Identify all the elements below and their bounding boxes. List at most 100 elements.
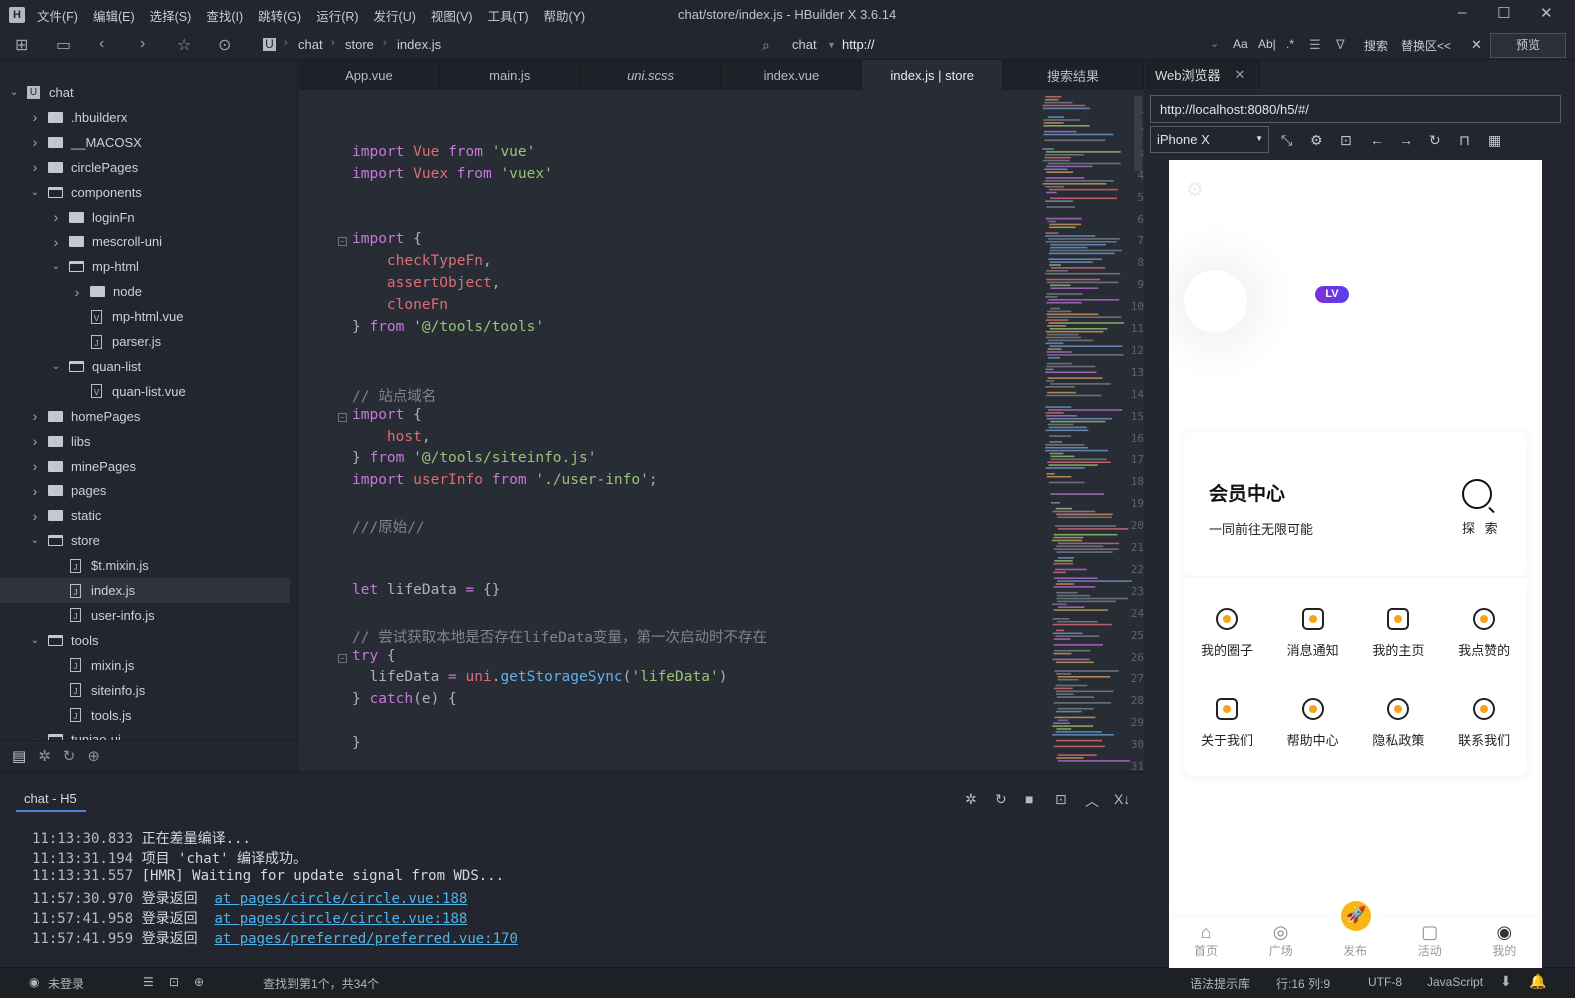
match-case-toggle[interactable]: Aa — [1233, 37, 1248, 51]
breadcrumb-item[interactable]: index.js — [397, 37, 441, 52]
debug-icon[interactable]: ✲ — [965, 791, 977, 808]
code-line[interactable]: let lifeData = {} — [352, 582, 500, 598]
code-line[interactable]: // 站点域名 — [352, 385, 436, 406]
tree-item[interactable]: › circlePages — [0, 155, 290, 180]
tree-item[interactable]: ⌄ components — [0, 180, 290, 205]
log-source-link[interactable]: at pages/preferred/preferred.vue:170 — [214, 931, 517, 947]
close-search-icon[interactable]: ✕ — [1471, 37, 1482, 53]
chevron-icon[interactable]: ⌄ — [50, 261, 62, 272]
code-line[interactable]: // 尝试获取本地是否存在lifeData变量，第一次启动时不存在 — [352, 626, 767, 647]
log-source-link[interactable]: at pages/circle/circle.vue:188 — [214, 911, 467, 927]
code-line[interactable]: import Vue from 'vue' — [352, 144, 535, 160]
breadcrumb-item[interactable]: chat — [298, 37, 323, 52]
code-line[interactable]: import userInfo from './user-info'; — [352, 472, 658, 488]
tree-item[interactable]: Jparser.js — [0, 329, 290, 354]
code-line[interactable]: import Vuex from 'vuex' — [352, 166, 553, 182]
code-line[interactable]: host, — [352, 429, 431, 445]
menu-item[interactable]: 选择(S) — [150, 6, 192, 25]
menu-item[interactable]: 工具(T) — [488, 6, 529, 25]
rotate-icon[interactable]: ⤡ — [1281, 132, 1292, 149]
forward-arrow-icon[interactable]: → — [1399, 132, 1413, 148]
grid-item[interactable]: 我点赞的 — [1441, 608, 1527, 659]
download-icon[interactable]: ⬇ — [1500, 973, 1512, 990]
log-source-link[interactable]: at pages/circle/circle.vue:188 — [214, 891, 467, 907]
explorer-icon[interactable]: ▤ — [12, 747, 26, 765]
tree-item[interactable]: › pages — [0, 478, 290, 503]
chevron-icon[interactable]: › — [29, 408, 41, 424]
lines-icon[interactable]: ☰ — [1309, 37, 1321, 53]
replace-toggle[interactable]: 替换区<< — [1401, 37, 1451, 54]
console-icon[interactable]: ⊡ — [1340, 132, 1352, 149]
back-arrow-icon[interactable]: ← — [1370, 132, 1384, 148]
git-icon[interactable]: ↻ — [63, 747, 76, 765]
chevron-icon[interactable]: › — [29, 159, 41, 175]
tab-[interactable]: 搜索结果 — [1003, 60, 1144, 90]
cursor-position[interactable]: 行:16 列:9 — [1276, 975, 1330, 992]
minimap[interactable] — [1042, 96, 1132, 770]
cloud-icon[interactable]: ⊕ — [87, 747, 100, 765]
code-line[interactable]: lifeData = uni.getStorageSync('lifeData'… — [352, 669, 727, 685]
code-line[interactable]: cloneFn — [352, 297, 448, 313]
tree-item[interactable]: Jmixin.js — [0, 653, 290, 678]
chevron-icon[interactable]: › — [71, 284, 83, 300]
forward-icon[interactable]: › — [140, 35, 145, 53]
language-mode[interactable]: JavaScript — [1427, 975, 1483, 989]
restart-icon[interactable]: ↻ — [995, 791, 1007, 808]
tree-item[interactable]: ⌄ store — [0, 528, 290, 553]
project-select[interactable]: chat — [792, 37, 817, 52]
grid-item[interactable]: 关于我们 — [1184, 698, 1270, 749]
syntax-library[interactable]: 语法提示库 — [1190, 975, 1250, 992]
tree-item[interactable]: Vquan-list.vue — [0, 379, 290, 404]
tabbar-item[interactable]: 发布 — [1318, 918, 1392, 959]
tab-main-js[interactable]: main.js — [439, 60, 581, 90]
menu-item[interactable]: 编辑(E) — [93, 6, 135, 25]
explore-label[interactable]: 探 索 — [1462, 518, 1501, 537]
tree-item[interactable]: J $t.mixin.js — [0, 553, 290, 578]
browser-url-input[interactable]: http://localhost:8080/h5/#/ — [1150, 95, 1561, 123]
chevron-icon[interactable]: › — [50, 209, 62, 225]
code-line[interactable]: import { — [352, 231, 422, 247]
tree-item[interactable]: Jindex.js — [0, 578, 290, 603]
settings-gear-icon[interactable]: ⚙ — [1186, 177, 1204, 202]
new-terminal-icon[interactable]: ⊡ — [1055, 791, 1067, 808]
fold-toggle-icon[interactable]: − — [338, 653, 347, 663]
debug-icon[interactable]: ✲ — [38, 747, 51, 765]
whole-word-toggle[interactable]: Ab| — [1258, 37, 1276, 51]
chevron-icon[interactable]: › — [29, 433, 41, 449]
tree-item[interactable]: › static — [0, 503, 290, 528]
tab-app-vue[interactable]: App.vue — [299, 60, 440, 90]
grid-item[interactable]: 联系我们 — [1441, 698, 1527, 749]
search-button[interactable]: 搜索 — [1364, 37, 1388, 54]
tree-item[interactable]: ⌄ quan-list — [0, 354, 290, 379]
preview-button[interactable]: 预览 — [1490, 33, 1566, 58]
tree-item[interactable]: ⌄ tools — [0, 628, 290, 653]
vip-card[interactable]: 会员中心 一同前往无限可能 探 索 — [1184, 432, 1527, 577]
settings-icon[interactable]: ⚙ — [1310, 132, 1323, 149]
code-line[interactable]: } from '@/tools/tools' — [352, 319, 544, 335]
grid-item[interactable]: 帮助中心 — [1270, 698, 1356, 749]
encoding[interactable]: UTF-8 — [1368, 975, 1402, 989]
tree-item[interactable]: › .hbuilderx — [0, 105, 290, 130]
terminal-icon[interactable]: ⊡ — [169, 975, 179, 989]
menu-item[interactable]: 文件(F) — [37, 6, 78, 25]
grid-item[interactable]: 我的圈子 — [1184, 608, 1270, 659]
menu-item[interactable]: 视图(V) — [431, 6, 473, 25]
code-line[interactable]: ///原始// — [352, 516, 425, 537]
tabbar-item[interactable]: ◎ 广场 — [1244, 918, 1318, 959]
tree-item[interactable]: › loginFn — [0, 205, 290, 230]
chevron-icon[interactable]: › — [50, 234, 62, 250]
regex-toggle[interactable]: .* — [1286, 37, 1294, 51]
editor-scrollbar[interactable] — [1134, 96, 1142, 171]
chevron-icon[interactable]: ⌄ — [29, 187, 41, 198]
tree-item[interactable]: ⌄ mp-html — [0, 254, 290, 279]
tree-item[interactable]: › node — [0, 279, 290, 304]
login-status[interactable]: 未登录 — [48, 975, 84, 992]
tree-item[interactable]: › homePages — [0, 404, 290, 429]
breadcrumb-item[interactable]: store — [345, 37, 374, 52]
close-window-button[interactable]: ✕ — [1540, 4, 1553, 22]
code-line[interactable]: } from '@/tools/siteinfo.js' — [352, 450, 596, 466]
chevron-icon[interactable]: ⌄ — [29, 535, 41, 546]
chevron-icon[interactable]: › — [29, 134, 41, 150]
find-in-folder-icon[interactable]: ⌕ — [762, 37, 770, 54]
tree-item[interactable]: › mescroll-uni — [0, 229, 290, 254]
